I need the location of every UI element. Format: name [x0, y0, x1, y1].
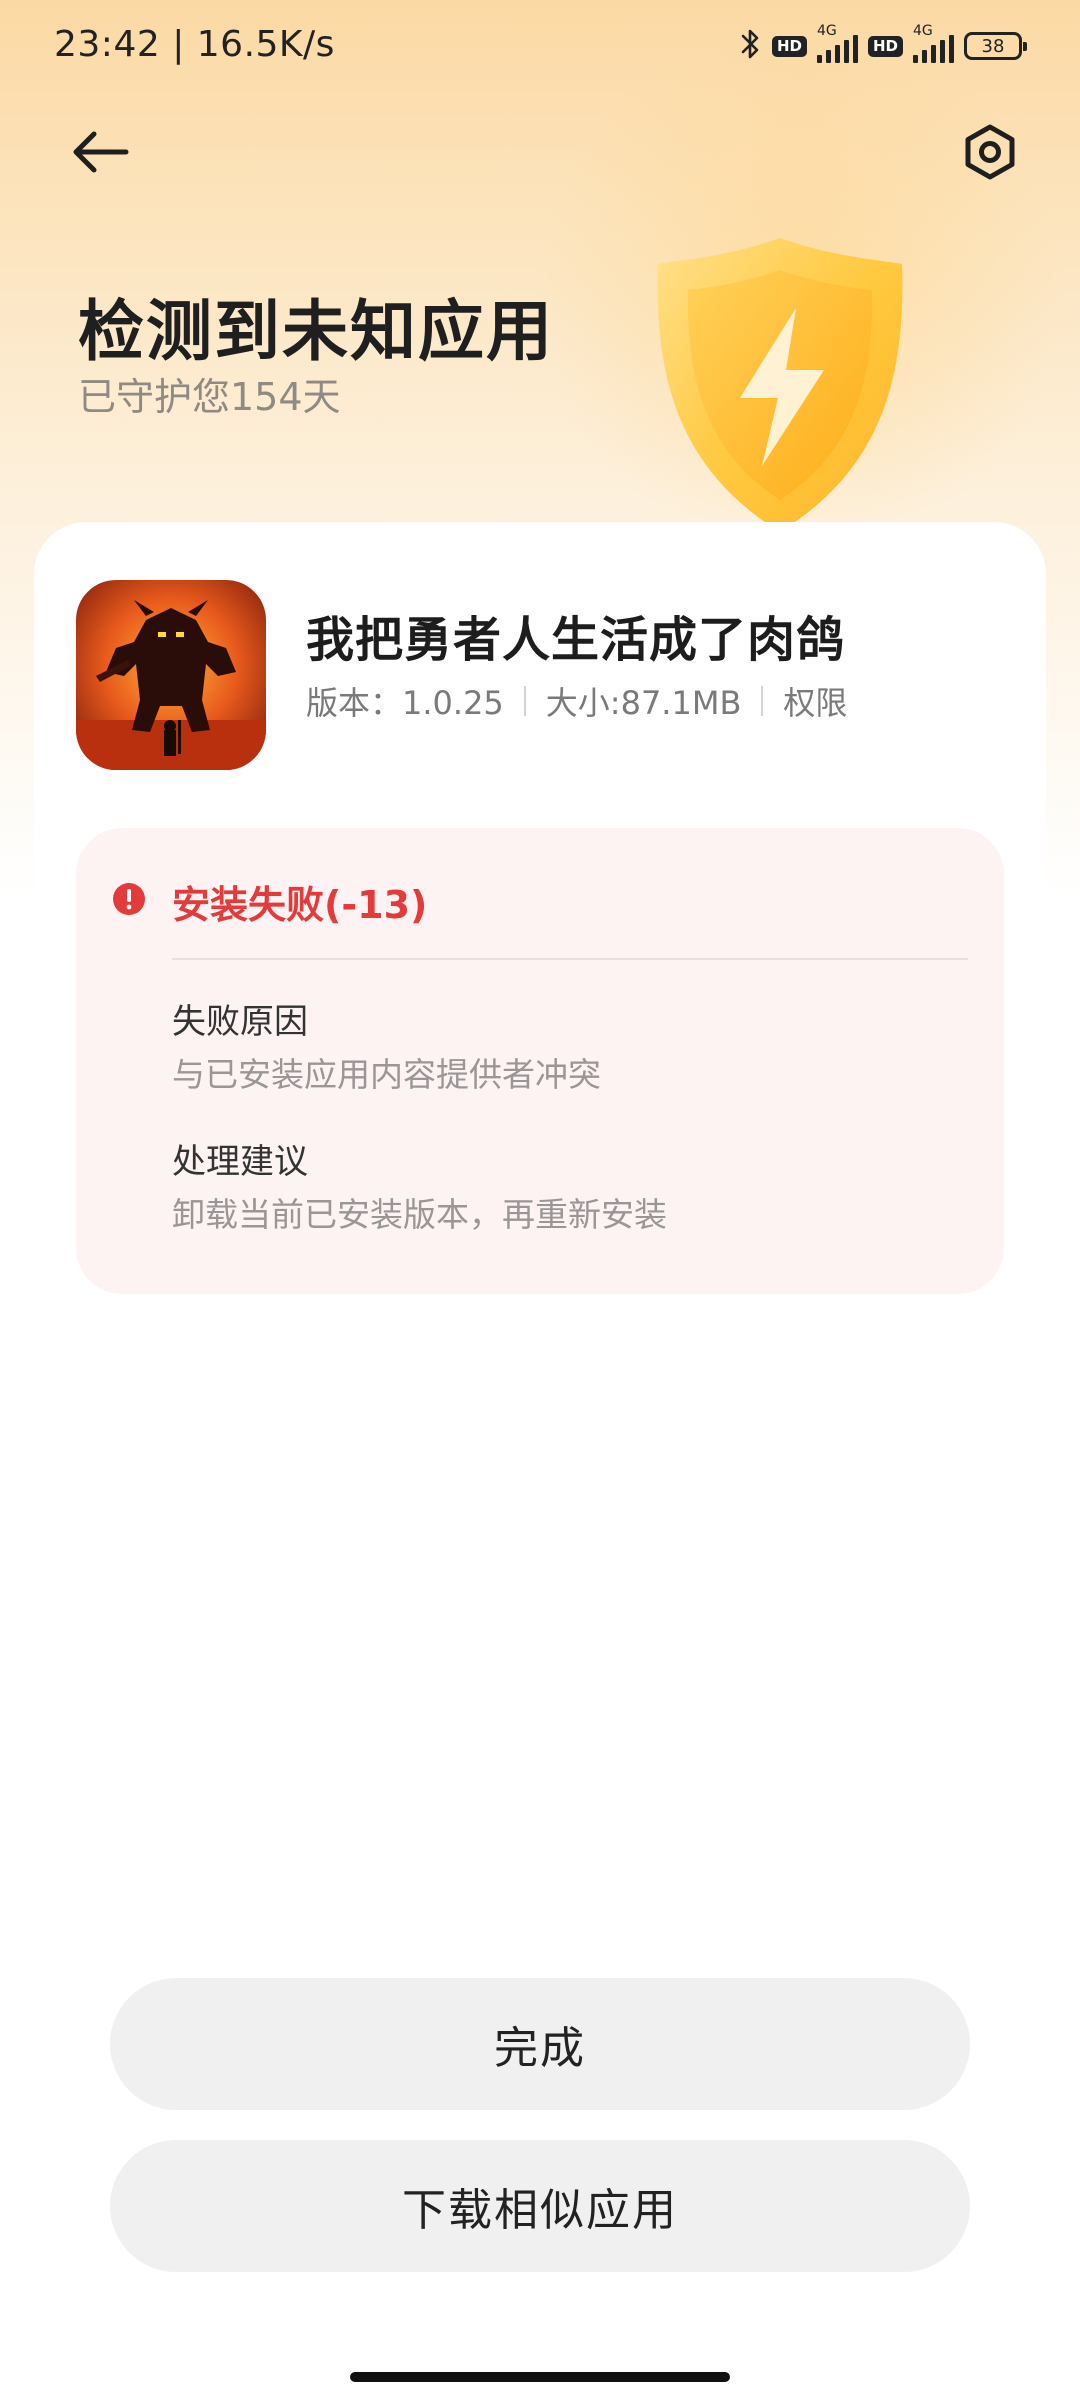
app-version: 版本：1.0.25 [306, 684, 504, 722]
permissions-link[interactable]: 权限 [783, 678, 847, 724]
meta-divider [761, 686, 764, 716]
back-button[interactable] [60, 112, 140, 192]
bluetooth-icon [740, 27, 762, 65]
status-bar: 23:42 | 16.5K/s HD 4G HD 4G 38 [0, 0, 1080, 92]
hd-badge-2: HD [867, 35, 903, 57]
signal-2-icon: 4G [913, 23, 954, 63]
app-name: 我把勇者人生活成了肉鸽 [306, 612, 846, 668]
network-type-2: 4G [913, 23, 933, 39]
app-icon [76, 580, 266, 770]
done-button[interactable]: 完成 [110, 1978, 970, 2110]
status-icons: HD 4G HD 4G 38 [740, 23, 1027, 68]
settings-button[interactable] [950, 112, 1030, 192]
battery-level: 38 [981, 35, 1005, 57]
failure-reason-label: 失败原因 [172, 1002, 308, 1042]
install-error-box: 安装失败(-13) 失败原因 与已安装应用内容提供者冲突 处理建议 卸载当前已安… [76, 828, 1004, 1294]
failure-reason-value: 与已安装应用内容提供者冲突 [172, 1055, 601, 1094]
suggestion-value: 卸载当前已安装版本，再重新安装 [172, 1195, 667, 1234]
error-alert-icon [113, 883, 145, 915]
network-type-1: 4G [816, 23, 837, 39]
error-title: 安装失败(-13) [172, 883, 428, 927]
download-similar-apps-button[interactable]: 下载相似应用 [110, 2140, 970, 2272]
page-title: 检测到未知应用 [78, 293, 554, 370]
home-indicator[interactable] [350, 2372, 730, 2382]
shield-lightning-icon [657, 238, 903, 532]
status-time-speed: 23:42 | 16.5K/s [54, 24, 335, 65]
suggestion-label: 处理建议 [172, 1142, 308, 1182]
app-size: 大小:87.1MB [545, 684, 742, 722]
page-subtitle: 已守护您154天 [78, 375, 341, 419]
signal-1-icon: 4G [816, 23, 858, 63]
battery-icon: 38 [964, 32, 1027, 60]
app-meta: 版本：1.0.25 大小:87.1MB 权限 [306, 678, 847, 724]
hd-badge-1: HD [771, 35, 807, 57]
meta-divider [523, 686, 526, 716]
back-arrow-icon [73, 131, 129, 173]
error-divider [172, 958, 968, 960]
settings-gear-icon [965, 124, 1015, 180]
